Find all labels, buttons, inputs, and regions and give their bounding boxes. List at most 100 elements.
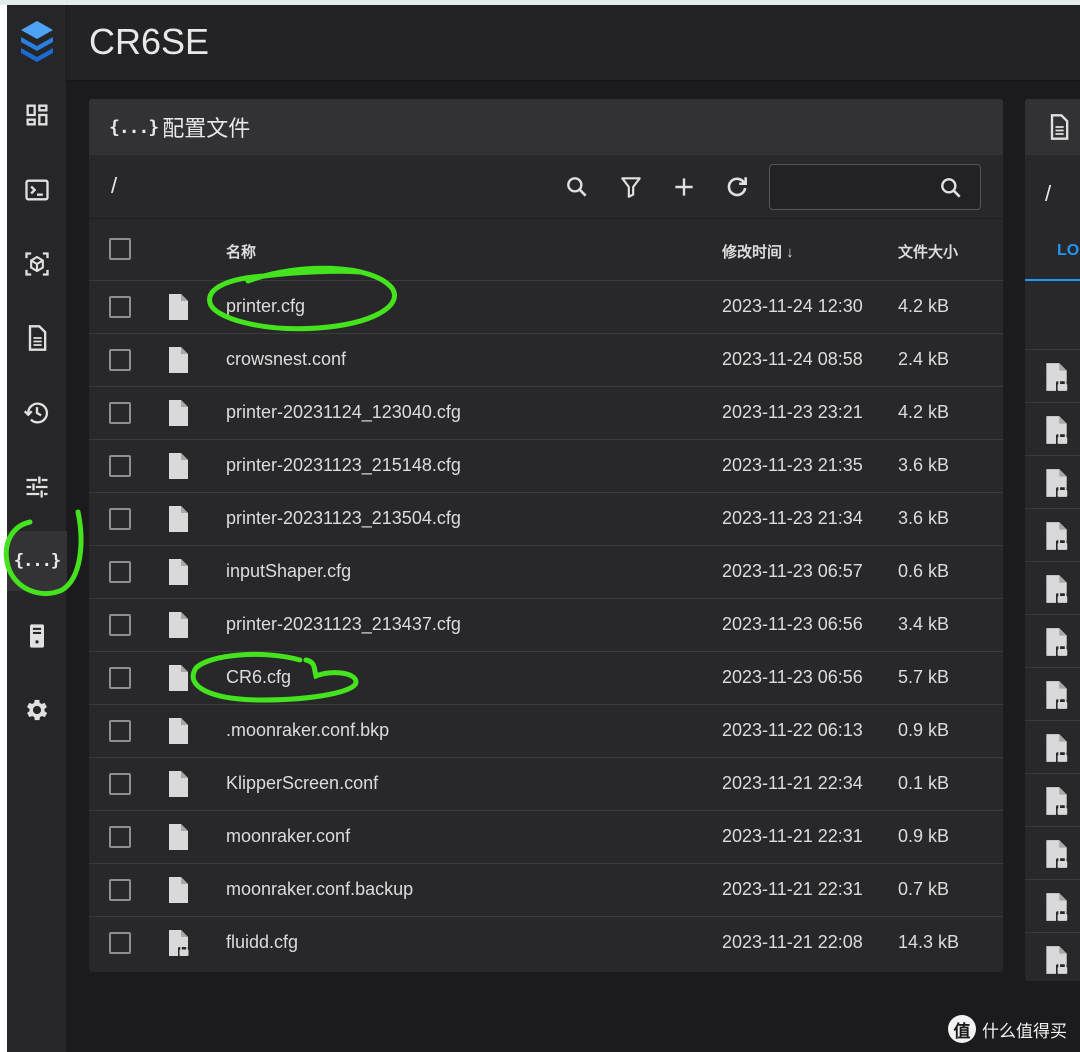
file-name[interactable]: fluidd.cfg xyxy=(226,932,298,953)
row-checkbox[interactable] xyxy=(109,667,131,689)
log-row[interactable] xyxy=(1025,349,1080,402)
file-modified: 2023-11-23 06:56 xyxy=(722,667,863,687)
table-row[interactable]: .moonraker.conf.bkp 2023-11-22 06:13 0.9 k… xyxy=(89,705,1003,758)
log-row[interactable] xyxy=(1025,826,1080,879)
config-title-icon: {...} xyxy=(109,116,159,138)
file-modified: 2023-11-24 12:30 xyxy=(722,296,863,316)
sidebar-item-history[interactable] xyxy=(7,383,67,443)
column-header-name[interactable]: 名称 xyxy=(226,241,256,262)
locked-file-icon xyxy=(1046,734,1069,763)
filter-button[interactable] xyxy=(617,173,645,201)
sidebar-item-tune[interactable] xyxy=(7,457,67,517)
file-name[interactable]: inputShaper.cfg xyxy=(226,561,351,582)
file-size: 5.7 kB xyxy=(898,667,950,687)
logs-breadcrumb-path[interactable]: / xyxy=(1045,181,1051,207)
sidebar-item-system[interactable] xyxy=(7,606,67,666)
settings-icon xyxy=(26,699,48,721)
select-all-checkbox[interactable] xyxy=(109,238,131,260)
sidebar-item-dashboard[interactable] xyxy=(7,85,67,145)
file-name[interactable]: CR6.cfg xyxy=(226,667,291,688)
table-row[interactable]: KlipperScreen.conf 2023-11-21 22:34 0.1 kB xyxy=(89,758,1003,811)
sidebar-item-3d-view[interactable] xyxy=(7,234,67,294)
row-checkbox[interactable] xyxy=(109,455,131,477)
row-checkbox[interactable] xyxy=(109,932,131,954)
3d-view-icon xyxy=(25,252,49,276)
log-row[interactable] xyxy=(1025,720,1080,773)
file-modified: 2023-11-23 21:35 xyxy=(722,455,863,475)
file-name[interactable]: moonraker.conf.backup xyxy=(226,879,413,900)
table-row[interactable]: CR6.cfg 2023-11-23 06:56 5.7 kB xyxy=(89,652,1003,705)
row-checkbox[interactable] xyxy=(109,614,131,636)
file-name[interactable]: printer-20231124_123040.cfg xyxy=(226,402,461,423)
plus-icon xyxy=(675,178,693,196)
log-row[interactable] xyxy=(1025,402,1080,455)
watermark-logo: 值 xyxy=(948,1015,976,1043)
file-name[interactable]: KlipperScreen.conf xyxy=(226,773,378,794)
locked-file-icon xyxy=(1046,787,1069,816)
file-name[interactable]: crowsnest.conf xyxy=(226,349,346,370)
file-name[interactable]: printer-20231123_213504.cfg xyxy=(226,508,461,529)
log-row[interactable] xyxy=(1025,508,1080,561)
table-row[interactable]: printer-20231124_123040.cfg 2023-11-23 23… xyxy=(89,387,1003,440)
sidebar-item-settings[interactable] xyxy=(7,680,67,740)
row-checkbox[interactable] xyxy=(109,508,131,530)
file-size: 3.6 kB xyxy=(898,455,950,475)
fluidd-logo-icon[interactable] xyxy=(13,17,61,65)
row-checkbox[interactable] xyxy=(109,773,131,795)
row-checkbox[interactable] xyxy=(109,826,131,848)
table-row[interactable]: crowsnest.conf 2023-11-24 08:58 2.4 kB xyxy=(89,334,1003,387)
sidebar-item-jobs[interactable] xyxy=(7,308,67,368)
file-icon xyxy=(169,347,188,373)
file-icon xyxy=(169,453,188,479)
system-icon xyxy=(30,624,44,648)
table-row[interactable]: printer-20231123_213437.cfg 2023-11-23 06… xyxy=(89,599,1003,652)
search-field-icon xyxy=(941,178,961,198)
row-checkbox[interactable] xyxy=(109,561,131,583)
table-row[interactable]: moonraker.conf.backup 2023-11-21 22:31 0.7… xyxy=(89,864,1003,917)
sidebar-item-console[interactable] xyxy=(7,160,67,220)
table-header: 名称 修改时间 ↓ 文件大小 xyxy=(89,219,1003,281)
file-size: 0.6 kB xyxy=(898,561,950,581)
file-size: 4.2 kB xyxy=(898,296,950,316)
file-name[interactable]: printer.cfg xyxy=(226,296,305,317)
breadcrumb-path[interactable]: / xyxy=(111,173,117,199)
row-checkbox[interactable] xyxy=(109,349,131,371)
search-button[interactable] xyxy=(563,173,591,201)
locked-file-icon xyxy=(1046,681,1069,710)
table-row[interactable]: printer-20231123_213504.cfg 2023-11-23 21… xyxy=(89,493,1003,546)
log-row[interactable] xyxy=(1025,667,1080,720)
table-row[interactable]: printer.cfg 2023-11-24 12:30 4.2 kB xyxy=(89,281,1003,334)
row-checkbox[interactable] xyxy=(109,402,131,424)
log-row[interactable] xyxy=(1025,879,1080,932)
tab-logs[interactable]: LO xyxy=(1057,242,1079,260)
file-modified: 2023-11-23 06:56 xyxy=(722,614,863,634)
file-icon xyxy=(169,877,188,903)
row-checkbox[interactable] xyxy=(109,720,131,742)
log-row[interactable] xyxy=(1025,455,1080,508)
table-row[interactable]: printer-20231123_215148.cfg 2023-11-23 21… xyxy=(89,440,1003,493)
column-header-size[interactable]: 文件大小 xyxy=(898,241,958,262)
log-row[interactable] xyxy=(1025,561,1080,614)
file-name[interactable]: moonraker.conf xyxy=(226,826,350,847)
table-row[interactable]: moonraker.conf 2023-11-21 22:31 0.9 kB xyxy=(89,811,1003,864)
log-row[interactable] xyxy=(1025,932,1080,981)
table-row[interactable]: fluidd.cfg 2023-11-21 22:08 14.3 kB xyxy=(89,917,1003,970)
refresh-button[interactable] xyxy=(723,173,751,201)
column-header-modified[interactable]: 修改时间 ↓ xyxy=(722,241,794,262)
dashboard-icon xyxy=(26,104,48,126)
row-checkbox[interactable] xyxy=(109,296,131,318)
file-size: 0.9 kB xyxy=(898,720,950,740)
row-checkbox[interactable] xyxy=(109,879,131,901)
add-file-button[interactable] xyxy=(670,173,698,201)
locked-file-icon xyxy=(1046,628,1069,657)
log-row[interactable] xyxy=(1025,614,1080,667)
sidebar-item-configuration[interactable]: {...} xyxy=(7,531,67,591)
app-window: {...} CR6SE {...} 配置文件 / 名称 修改时间 ↓ 文件大小 … xyxy=(7,5,1080,1052)
table-row[interactable]: inputShaper.cfg 2023-11-23 06:57 0.6 kB xyxy=(89,546,1003,599)
file-modified: 2023-11-21 22:31 xyxy=(722,826,863,846)
log-row[interactable] xyxy=(1025,773,1080,826)
file-search-input[interactable] xyxy=(778,173,928,201)
file-name[interactable]: printer-20231123_215148.cfg xyxy=(226,455,461,476)
file-name[interactable]: .moonraker.conf.bkp xyxy=(226,720,389,741)
file-name[interactable]: printer-20231123_213437.cfg xyxy=(226,614,461,635)
